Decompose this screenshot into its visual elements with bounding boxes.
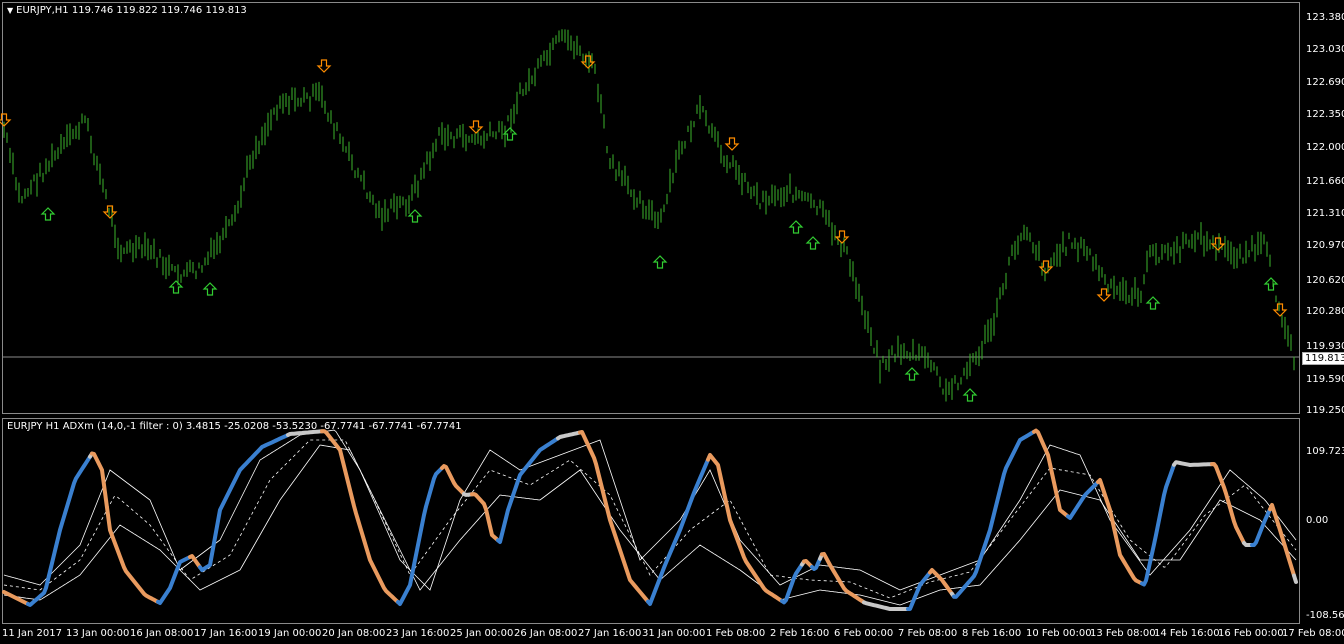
adx-main-line-segment: [26, 454, 92, 607]
time-tick-label: 13 Feb 08:00: [1090, 628, 1156, 639]
time-tick-label: 6 Feb 00:00: [834, 628, 894, 639]
adx-main-line-segment: [496, 436, 560, 544]
adx-envelope-line: [3, 444, 1297, 606]
adx-main-line-segment: [470, 492, 500, 543]
time-tick-label: 10 Feb 00:00: [1026, 628, 1092, 639]
indicator-canvas: [2, 428, 1298, 611]
time-tick-label: 23 Jan 16:00: [386, 628, 450, 639]
price-tick-label: 120.280: [1306, 306, 1344, 317]
adx-main-line-segment: [1210, 462, 1246, 545]
adx-main-line-segment: [286, 429, 324, 437]
adx-main-line-segment: [396, 466, 444, 606]
adx-main-line-segment: [578, 430, 650, 604]
time-tick-label: 26 Jan 08:00: [514, 628, 578, 639]
time-tick-label: 16 Jan 08:00: [130, 628, 194, 639]
time-tick-label: 17 Feb 08:00: [1282, 628, 1344, 639]
adx-main-line-segment: [1096, 478, 1144, 586]
price-tick-label: 119.930: [1306, 341, 1344, 352]
price-tick-label: 123.380: [1306, 12, 1344, 23]
price-tick-label: 123.030: [1306, 44, 1344, 55]
price-tick-label: 120.970: [1306, 240, 1344, 251]
adx-main-line-segment: [906, 570, 932, 611]
adx-main-line-segment: [440, 464, 466, 496]
current-price-label: 119.813: [1302, 352, 1344, 365]
time-tick-label: 16 Feb 00:00: [1218, 628, 1284, 639]
adx-main-line-segment: [1172, 460, 1214, 467]
price-tick-label: 120.620: [1306, 275, 1344, 286]
price-tick-label: 121.310: [1306, 208, 1344, 219]
time-tick-label: 2 Feb 16:00: [770, 628, 830, 639]
adx-main-line-segment: [1250, 507, 1272, 547]
adx-main-line-segment: [1032, 428, 1070, 519]
adx-main-line-segment: [646, 457, 710, 606]
time-tick-label: 13 Jan 00:00: [66, 628, 130, 639]
price-tick-label: 122.350: [1306, 109, 1344, 120]
adx-main-line-segment: [1066, 480, 1100, 520]
adx-main-line-segment: [862, 600, 910, 611]
price-tick-label: 121.660: [1306, 176, 1344, 187]
adx-main-line-segment: [556, 430, 582, 441]
time-tick-label: 27 Jan 16:00: [578, 628, 642, 639]
indicator-tick-label: 0.00: [1306, 515, 1329, 526]
time-tick-label: 14 Feb 16:00: [1154, 628, 1220, 639]
indicator-tick-label: 109.7233: [1306, 446, 1344, 457]
time-tick-label: 8 Feb 16:00: [962, 628, 1022, 639]
time-tick-label: 19 Jan 00:00: [258, 628, 322, 639]
time-tick-label: 31 Jan 00:00: [642, 628, 706, 639]
price-tick-label: 122.690: [1306, 77, 1344, 88]
adx-main-line-segment: [1292, 573, 1298, 584]
time-tick-label: 25 Jan 00:00: [450, 628, 514, 639]
time-tick-label: 17 Jan 16:00: [194, 628, 258, 639]
price-tick-label: 119.590: [1306, 374, 1344, 385]
price-tick-label: 122.000: [1306, 142, 1344, 153]
adx-main-line-segment: [198, 432, 290, 572]
adx-main-line-segment: [952, 429, 1036, 599]
time-tick-label: 1 Feb 08:00: [706, 628, 766, 639]
time-tick-label: 20 Jan 08:00: [322, 628, 386, 639]
adx-main-line-segment: [320, 429, 400, 605]
price-tick-label: 119.250: [1306, 405, 1344, 416]
time-tick-label: 11 Jan 2017: [2, 628, 62, 639]
time-tick-label: 7 Feb 08:00: [898, 628, 958, 639]
indicator-tick-label: -108.5680: [1306, 610, 1344, 621]
adx-signal-line: [3, 439, 1297, 599]
adx-main-line-segment: [1268, 503, 1296, 578]
